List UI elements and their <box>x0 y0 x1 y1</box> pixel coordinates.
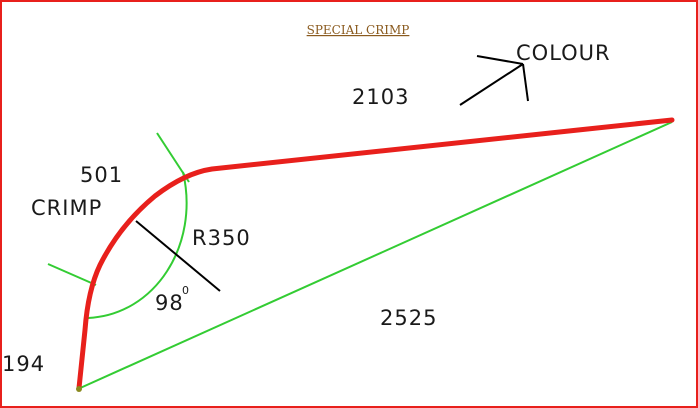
crimp-label: CRIMP <box>31 196 102 220</box>
angle-label: 98 <box>155 291 184 315</box>
extension-line-upper <box>156 132 190 183</box>
angle-unit-label: 0 <box>182 284 189 297</box>
length-label-bend: 501 <box>80 163 123 187</box>
crimp-diagram: SPECIAL CRIMP COLOUR 2103 501 CRIMP R350… <box>2 23 675 392</box>
colour-arrow-line <box>459 63 524 106</box>
length-label-left: 194 <box>2 352 45 376</box>
colour-arrow-head-right <box>522 63 529 102</box>
dimension-line-2525 <box>77 121 673 390</box>
drawing-canvas: SPECIAL CRIMP COLOUR 2103 501 CRIMP R350… <box>0 0 698 408</box>
length-label-top: 2103 <box>352 85 409 109</box>
profile-start-point <box>76 386 82 392</box>
drawing-title: SPECIAL CRIMP <box>307 23 410 37</box>
colour-label: COLOUR <box>516 41 611 65</box>
radius-label: R350 <box>192 226 251 250</box>
extension-line-lower <box>47 263 97 286</box>
length-label-bottom: 2525 <box>380 306 437 330</box>
